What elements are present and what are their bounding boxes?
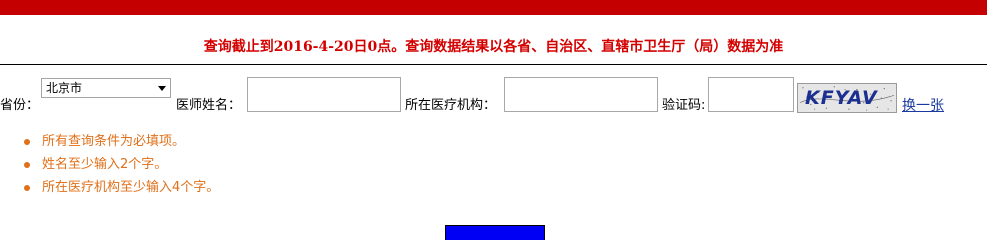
captcha-code: KFYAV <box>805 87 878 109</box>
province-label: 省份： <box>0 98 40 113</box>
divider <box>0 64 987 65</box>
chevron-down-icon <box>158 86 166 91</box>
list-item: 所有查询条件为必填项。 <box>22 134 219 157</box>
validation-rules-list: 所有查询条件为必填项。 姓名至少输入2个字。 所在医疗机构至少输入4个字。 <box>22 134 219 203</box>
rule-text: 所有查询条件为必填项。 <box>42 134 186 149</box>
bullet-icon <box>24 162 30 168</box>
query-notice: 查询截止到2016-4-20日0点。查询数据结果以各省、自治区、直辖市卫生厅（局… <box>203 39 784 55</box>
captcha-image[interactable]: KFYAV <box>797 83 897 113</box>
refresh-captcha-link[interactable]: 换一张 <box>902 97 944 115</box>
list-item: 所在医疗机构至少输入4个字。 <box>22 180 219 203</box>
doctor-name-input[interactable] <box>247 77 401 112</box>
province-select[interactable]: 北京市 <box>41 78 171 98</box>
query-page: 查询截止到2016-4-20日0点。查询数据结果以各省、自治区、直辖市卫生厅（局… <box>0 0 987 240</box>
top-banner-bar <box>0 0 987 15</box>
institution-label: 所在医疗机构： <box>405 98 497 113</box>
rule-text: 姓名至少输入2个字。 <box>42 157 168 172</box>
captcha-input[interactable] <box>708 77 794 112</box>
province-selected-value: 北京市 <box>46 81 83 95</box>
list-item: 姓名至少输入2个字。 <box>22 157 219 180</box>
rule-text: 所在医疗机构至少输入4个字。 <box>42 180 220 195</box>
bullet-icon <box>24 139 30 145</box>
doctor-name-label: 医师姓名： <box>176 98 242 113</box>
institution-input[interactable] <box>504 77 658 112</box>
captcha-label: 验证码: <box>662 98 706 113</box>
search-button[interactable] <box>445 225 545 240</box>
bullet-icon <box>24 185 30 191</box>
